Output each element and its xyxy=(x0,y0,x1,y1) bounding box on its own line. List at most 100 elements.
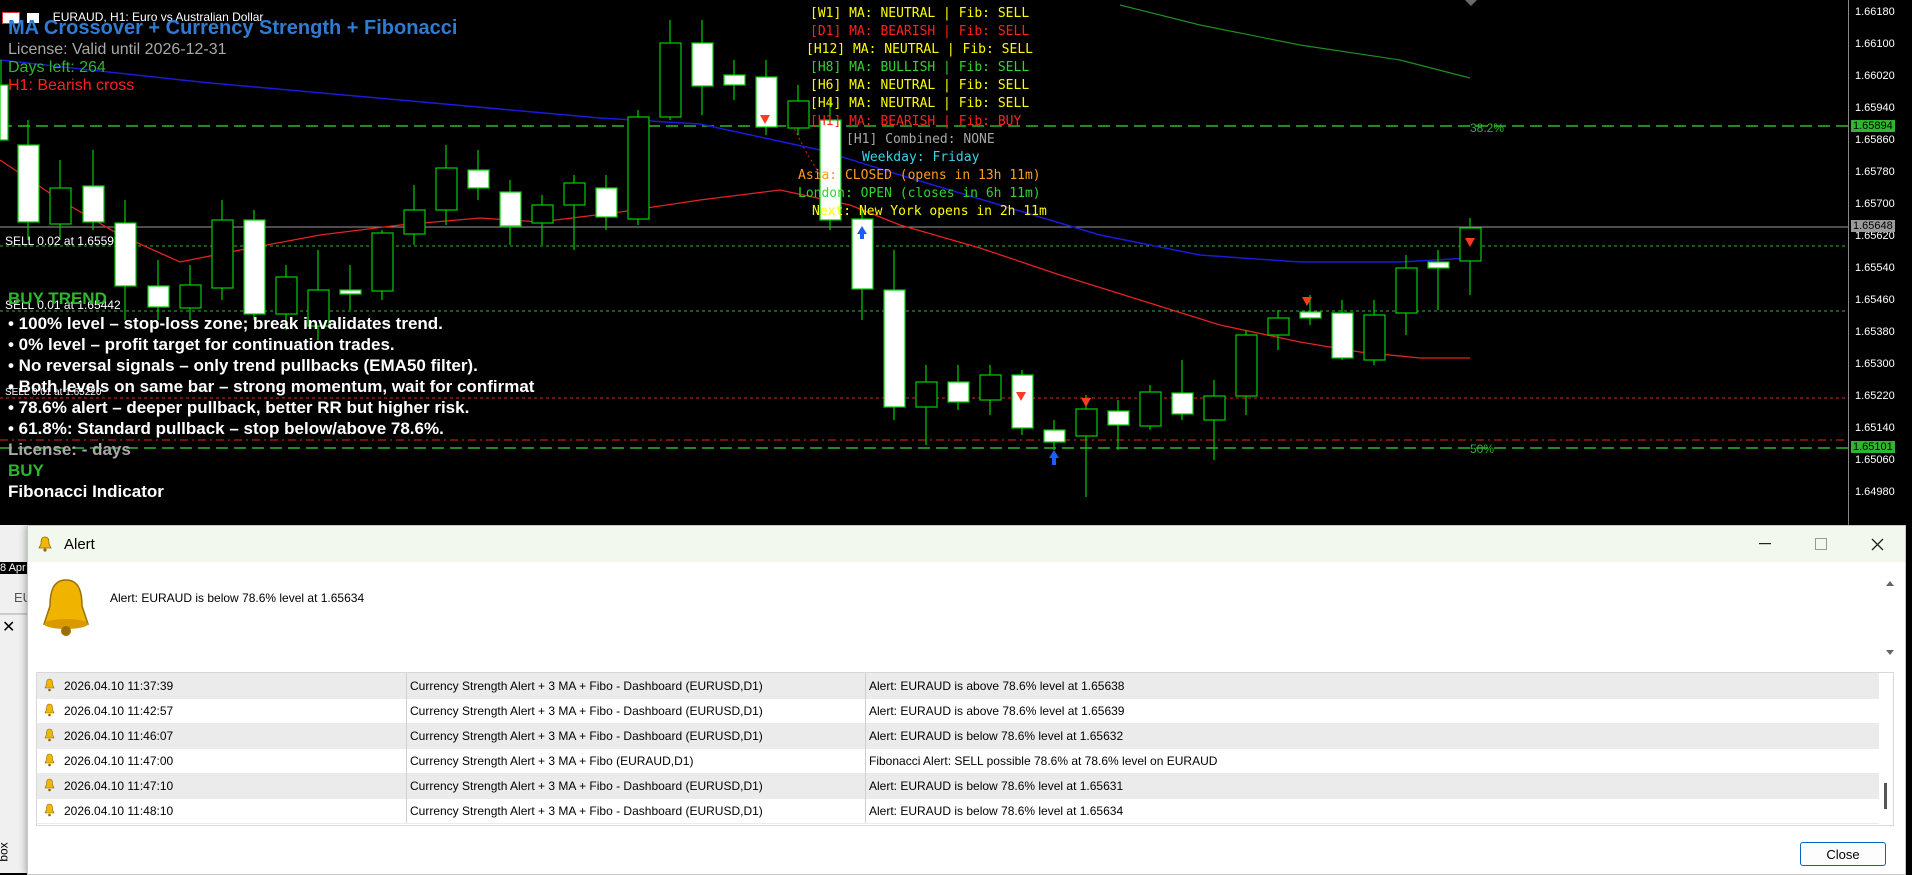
dashboard-line-h6: [H6] MA: NEUTRAL | Fib: SELL xyxy=(810,78,1030,93)
bell-icon xyxy=(38,536,52,552)
minimize-icon xyxy=(1759,543,1771,545)
bell-icon xyxy=(44,728,55,742)
price-tick: 1.66020 xyxy=(1855,70,1895,82)
days-left: Days left: 264 xyxy=(8,59,106,76)
price-tag-fib-high: 1.65894 xyxy=(1851,120,1895,132)
bell-icon xyxy=(42,579,90,636)
price-tick: 1.66180 xyxy=(1855,6,1895,18)
bullish-arrow-icon xyxy=(1049,450,1059,465)
price-tag-current: 1.65648 xyxy=(1851,220,1895,232)
dashboard-line-d1: [D1] MA: BEARISH | Fib: SELL xyxy=(810,24,1030,39)
price-tick: 1.65540 xyxy=(1855,262,1895,274)
row-message: Alert: EURAUD is above 78.6% level at 1.… xyxy=(869,679,1125,693)
maximize-button[interactable] xyxy=(1793,526,1849,562)
close-window-button[interactable] xyxy=(1849,526,1905,562)
close-button[interactable]: Close xyxy=(1800,842,1886,866)
row-time: 2026.04.10 11:46:07 xyxy=(64,729,174,743)
bell-icon xyxy=(44,703,55,717)
price-tick: 1.65140 xyxy=(1855,422,1895,434)
price-tick: 1.65220 xyxy=(1855,390,1895,402)
row-message: Alert: EURAUD is below 78.6% level at 1.… xyxy=(869,729,1124,743)
alert-titlebar[interactable]: Alert xyxy=(28,526,1905,562)
row-time: 2026.04.10 11:47:00 xyxy=(64,754,174,768)
sell-order-label-1[interactable]: SELL 0.02 at 1.6559 xyxy=(5,234,114,248)
panel-divider xyxy=(0,613,27,615)
fib-382-label: 38.2% xyxy=(1470,121,1505,135)
note-item: • No reversal signals – only trend pullb… xyxy=(8,356,478,375)
row-source: Currency Strength Alert + 3 MA + Fibo - … xyxy=(410,729,763,743)
dashboard-line-h8: [H8] MA: BULLISH | Fib: SELL xyxy=(810,60,1030,75)
row-source: Currency Strength Alert + 3 MA + Fibo - … xyxy=(410,679,763,693)
price-tick: 1.65780 xyxy=(1855,166,1895,178)
bearish-arrow-icon xyxy=(1081,398,1091,407)
row-time: 2026.04.10 11:47:10 xyxy=(64,779,174,793)
table-row[interactable]: 2026.04.10 11:42:57 Currency Strength Al… xyxy=(37,698,1879,724)
close-icon[interactable]: ✕ xyxy=(2,617,15,637)
minimize-button[interactable] xyxy=(1737,526,1793,562)
price-tick: 1.65460 xyxy=(1855,294,1895,306)
indicator-footer: Fibonacci Indicator xyxy=(8,482,164,501)
alert-message: Alert: EURAUD is below 78.6% level at 1.… xyxy=(110,591,365,605)
price-tick: 1.65060 xyxy=(1855,454,1895,466)
session-asia: Asia: CLOSED (opens in 13h 11m) xyxy=(798,168,1041,183)
trend-heading: BUY TREND xyxy=(8,289,107,308)
indicator-title: MA Crossover + Currency Strength + Fibon… xyxy=(8,17,458,39)
price-tick: 1.66100 xyxy=(1855,38,1895,50)
bell-icon xyxy=(44,778,55,792)
price-tag-fib-low: 1.65101 xyxy=(1851,441,1895,453)
message-scrollbar[interactable] xyxy=(1883,574,1897,662)
price-tick: 1.65300 xyxy=(1855,358,1895,370)
signal-label: BUY xyxy=(8,461,44,480)
table-row[interactable]: 2026.04.10 11:48:10 Currency Strength Al… xyxy=(37,798,1879,824)
cross-status: H1: Bearish cross xyxy=(8,77,135,94)
license-status: License: Valid until 2026-12-31 xyxy=(8,41,227,58)
row-message: Fibonacci Alert: SELL possible 78.6% at … xyxy=(869,754,1218,768)
alert-title: Alert xyxy=(64,535,95,553)
dashboard-line-h4: [H4] MA: NEUTRAL | Fib: SELL xyxy=(810,96,1030,111)
note-item: • 61.8%: Standard pullback – stop below/… xyxy=(8,419,444,438)
bell-icon xyxy=(44,678,55,692)
dashboard-line-h12: [H12] MA: NEUTRAL | Fib: SELL xyxy=(806,42,1033,57)
row-message: Alert: EURAUD is below 78.6% level at 1.… xyxy=(869,804,1124,818)
table-row[interactable]: 2026.04.10 11:47:00 Currency Strength Al… xyxy=(37,748,1879,774)
session-london: London: OPEN (closes in 6h 11m) xyxy=(798,186,1041,201)
row-source: Currency Strength Alert + 3 MA + Fibo (E… xyxy=(410,754,694,768)
row-source: Currency Strength Alert + 3 MA + Fibo - … xyxy=(410,804,763,818)
note-item: • 0% level – profit target for continuat… xyxy=(8,335,395,354)
row-time: 2026.04.10 11:42:57 xyxy=(64,704,174,718)
ma-green xyxy=(1119,4,1471,79)
price-axis[interactable]: 1.66180 1.66100 1.66020 1.65940 1.65860 … xyxy=(1848,0,1912,525)
close-icon xyxy=(1871,538,1883,550)
note-item: • 78.6% alert – deeper pullback, better … xyxy=(8,398,470,417)
row-time: 2026.04.10 11:37:39 xyxy=(64,679,174,693)
row-source: Currency Strength Alert + 3 MA + Fibo - … xyxy=(410,704,763,718)
maximize-icon xyxy=(1815,538,1827,550)
dashboard-line-h1: [H1] MA: BEARISH | Fib: BUY xyxy=(810,114,1022,129)
table-row[interactable]: 2026.04.10 11:47:10 Currency Strength Al… xyxy=(37,773,1879,799)
dashboard-combined: [H1] Combined: NONE xyxy=(846,132,995,147)
alert-dialog[interactable]: Alert Alert: EURAUD is below 78.6% level… xyxy=(27,525,1906,875)
price-tick: 1.65380 xyxy=(1855,326,1895,338)
note-item: • Both levels on same bar – strong momen… xyxy=(8,377,535,396)
fib-50-label: 50% xyxy=(1470,442,1495,456)
row-time: 2026.04.10 11:48:10 xyxy=(64,804,174,818)
dashboard-line-w1: [W1] MA: NEUTRAL | Fib: SELL xyxy=(810,6,1030,21)
price-tick: 1.64980 xyxy=(1855,486,1895,498)
log-scrollbar[interactable] xyxy=(1879,673,1893,825)
row-message: Alert: EURAUD is below 78.6% level at 1.… xyxy=(869,779,1124,793)
row-message: Alert: EURAUD is above 78.6% level at 1.… xyxy=(869,704,1125,718)
session-next: Next: New York opens in 2h 11m xyxy=(812,204,1047,219)
date-axis-fragment: 8 Apr xyxy=(0,562,27,574)
bell-icon xyxy=(44,753,55,767)
note-item: • 100% level – stop-loss zone; break inv… xyxy=(8,314,443,333)
toolbox-side-panel: 8 Apr EU ✕ box xyxy=(0,525,32,873)
row-source: Currency Strength Alert + 3 MA + Fibo - … xyxy=(410,779,763,793)
toolbox-label: box xyxy=(0,842,11,862)
price-tick: 1.65860 xyxy=(1855,134,1895,146)
price-tick: 1.65700 xyxy=(1855,198,1895,210)
license-days: License: - days xyxy=(8,440,131,459)
table-row[interactable]: 2026.04.10 11:46:07 Currency Strength Al… xyxy=(37,723,1879,749)
table-row[interactable]: 2026.04.10 11:37:39 Currency Strength Al… xyxy=(37,673,1879,699)
alert-log-table[interactable]: 2026.04.10 11:37:39 Currency Strength Al… xyxy=(36,672,1894,826)
price-tick: 1.65940 xyxy=(1855,102,1895,114)
